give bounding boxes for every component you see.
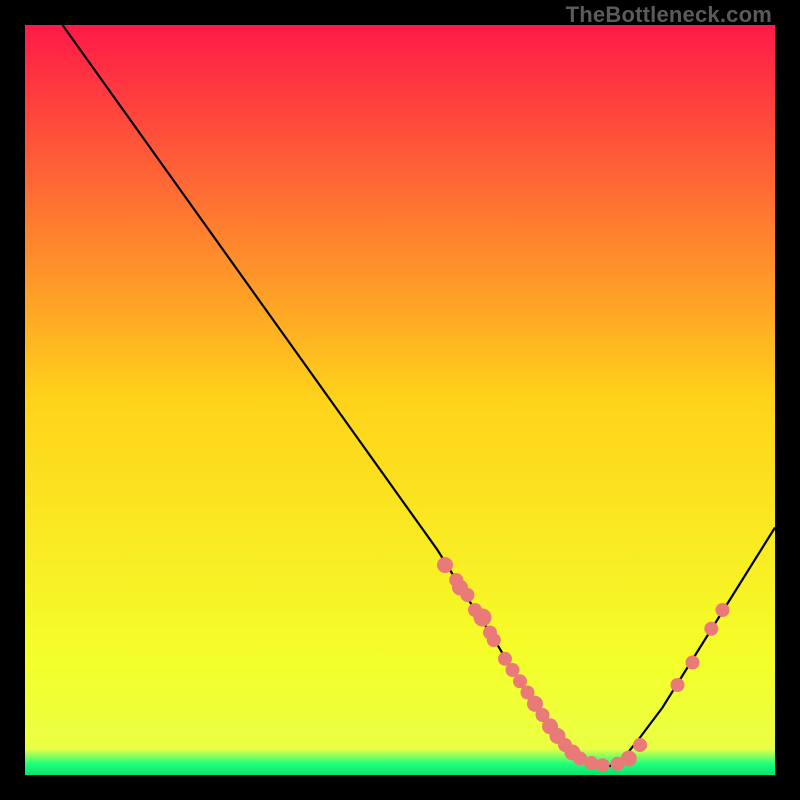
data-point <box>621 751 637 767</box>
chart-frame <box>25 25 775 775</box>
data-point <box>716 603 730 617</box>
data-point <box>461 588 475 602</box>
data-point <box>596 758 610 772</box>
gradient-background <box>25 25 775 775</box>
watermark-text: TheBottleneck.com <box>566 2 772 28</box>
data-point <box>633 738 647 752</box>
data-point <box>437 557 453 573</box>
data-point <box>686 656 700 670</box>
chart-svg <box>25 25 775 775</box>
data-point <box>474 609 492 627</box>
data-point <box>704 622 718 636</box>
data-point <box>487 633 501 647</box>
data-point <box>671 678 685 692</box>
